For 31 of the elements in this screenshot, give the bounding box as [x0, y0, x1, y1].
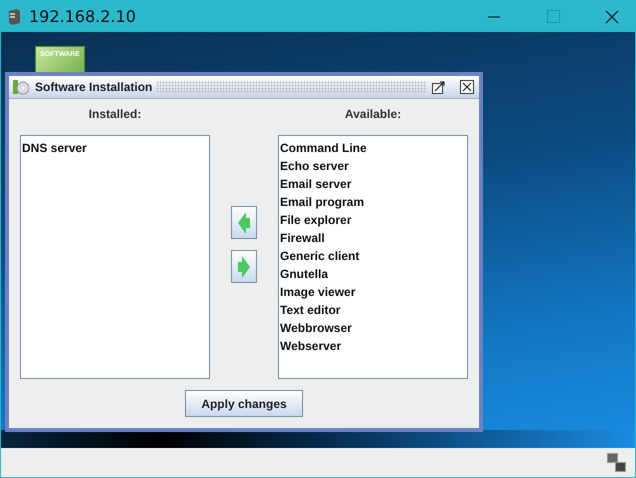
install-button[interactable]	[231, 206, 257, 239]
server-icon	[7, 8, 21, 26]
list-item[interactable]: Gnutella	[280, 265, 466, 283]
list-item[interactable]: Email server	[280, 175, 466, 193]
list-item[interactable]: Text editor	[280, 301, 466, 319]
list-item[interactable]: Webserver	[280, 337, 466, 355]
list-label: Installed:	[88, 107, 142, 123]
list-label: Available:	[344, 107, 402, 123]
right-arrow-icon	[238, 256, 250, 278]
close-button[interactable]	[459, 79, 475, 95]
list-item[interactable]: Command Line	[280, 139, 466, 157]
network-icon	[607, 452, 627, 472]
list-item[interactable]: Echo server	[280, 157, 466, 175]
list-item[interactable]: DNS server	[22, 139, 208, 157]
uninstall-button[interactable]	[231, 250, 257, 283]
window-title: 192.168.2.10	[29, 7, 137, 26]
disc-icon	[13, 79, 29, 95]
close-icon	[605, 10, 619, 24]
list-item[interactable]: Email program	[280, 193, 466, 211]
apply-changes-button[interactable]: Apply changes	[185, 390, 303, 417]
software-list[interactable]: DNS server	[20, 135, 210, 379]
detach-button[interactable]	[431, 79, 447, 95]
maximize-icon	[546, 10, 560, 23]
minimize-icon	[488, 16, 500, 18]
list-item[interactable]: Image viewer	[280, 283, 466, 301]
list-item[interactable]: Firewall	[280, 229, 466, 247]
list-item[interactable]: Webbrowser	[280, 319, 466, 337]
software-list[interactable]: Command Line Echo server Email server Email program File explorer Firewall Generic client Gnutella Image viewer Text editor Webbrowser Webserver	[278, 135, 468, 379]
list-item[interactable]: File explorer	[280, 211, 466, 229]
list-item[interactable]: Generic client	[280, 247, 466, 265]
left-arrow-icon	[238, 212, 250, 234]
